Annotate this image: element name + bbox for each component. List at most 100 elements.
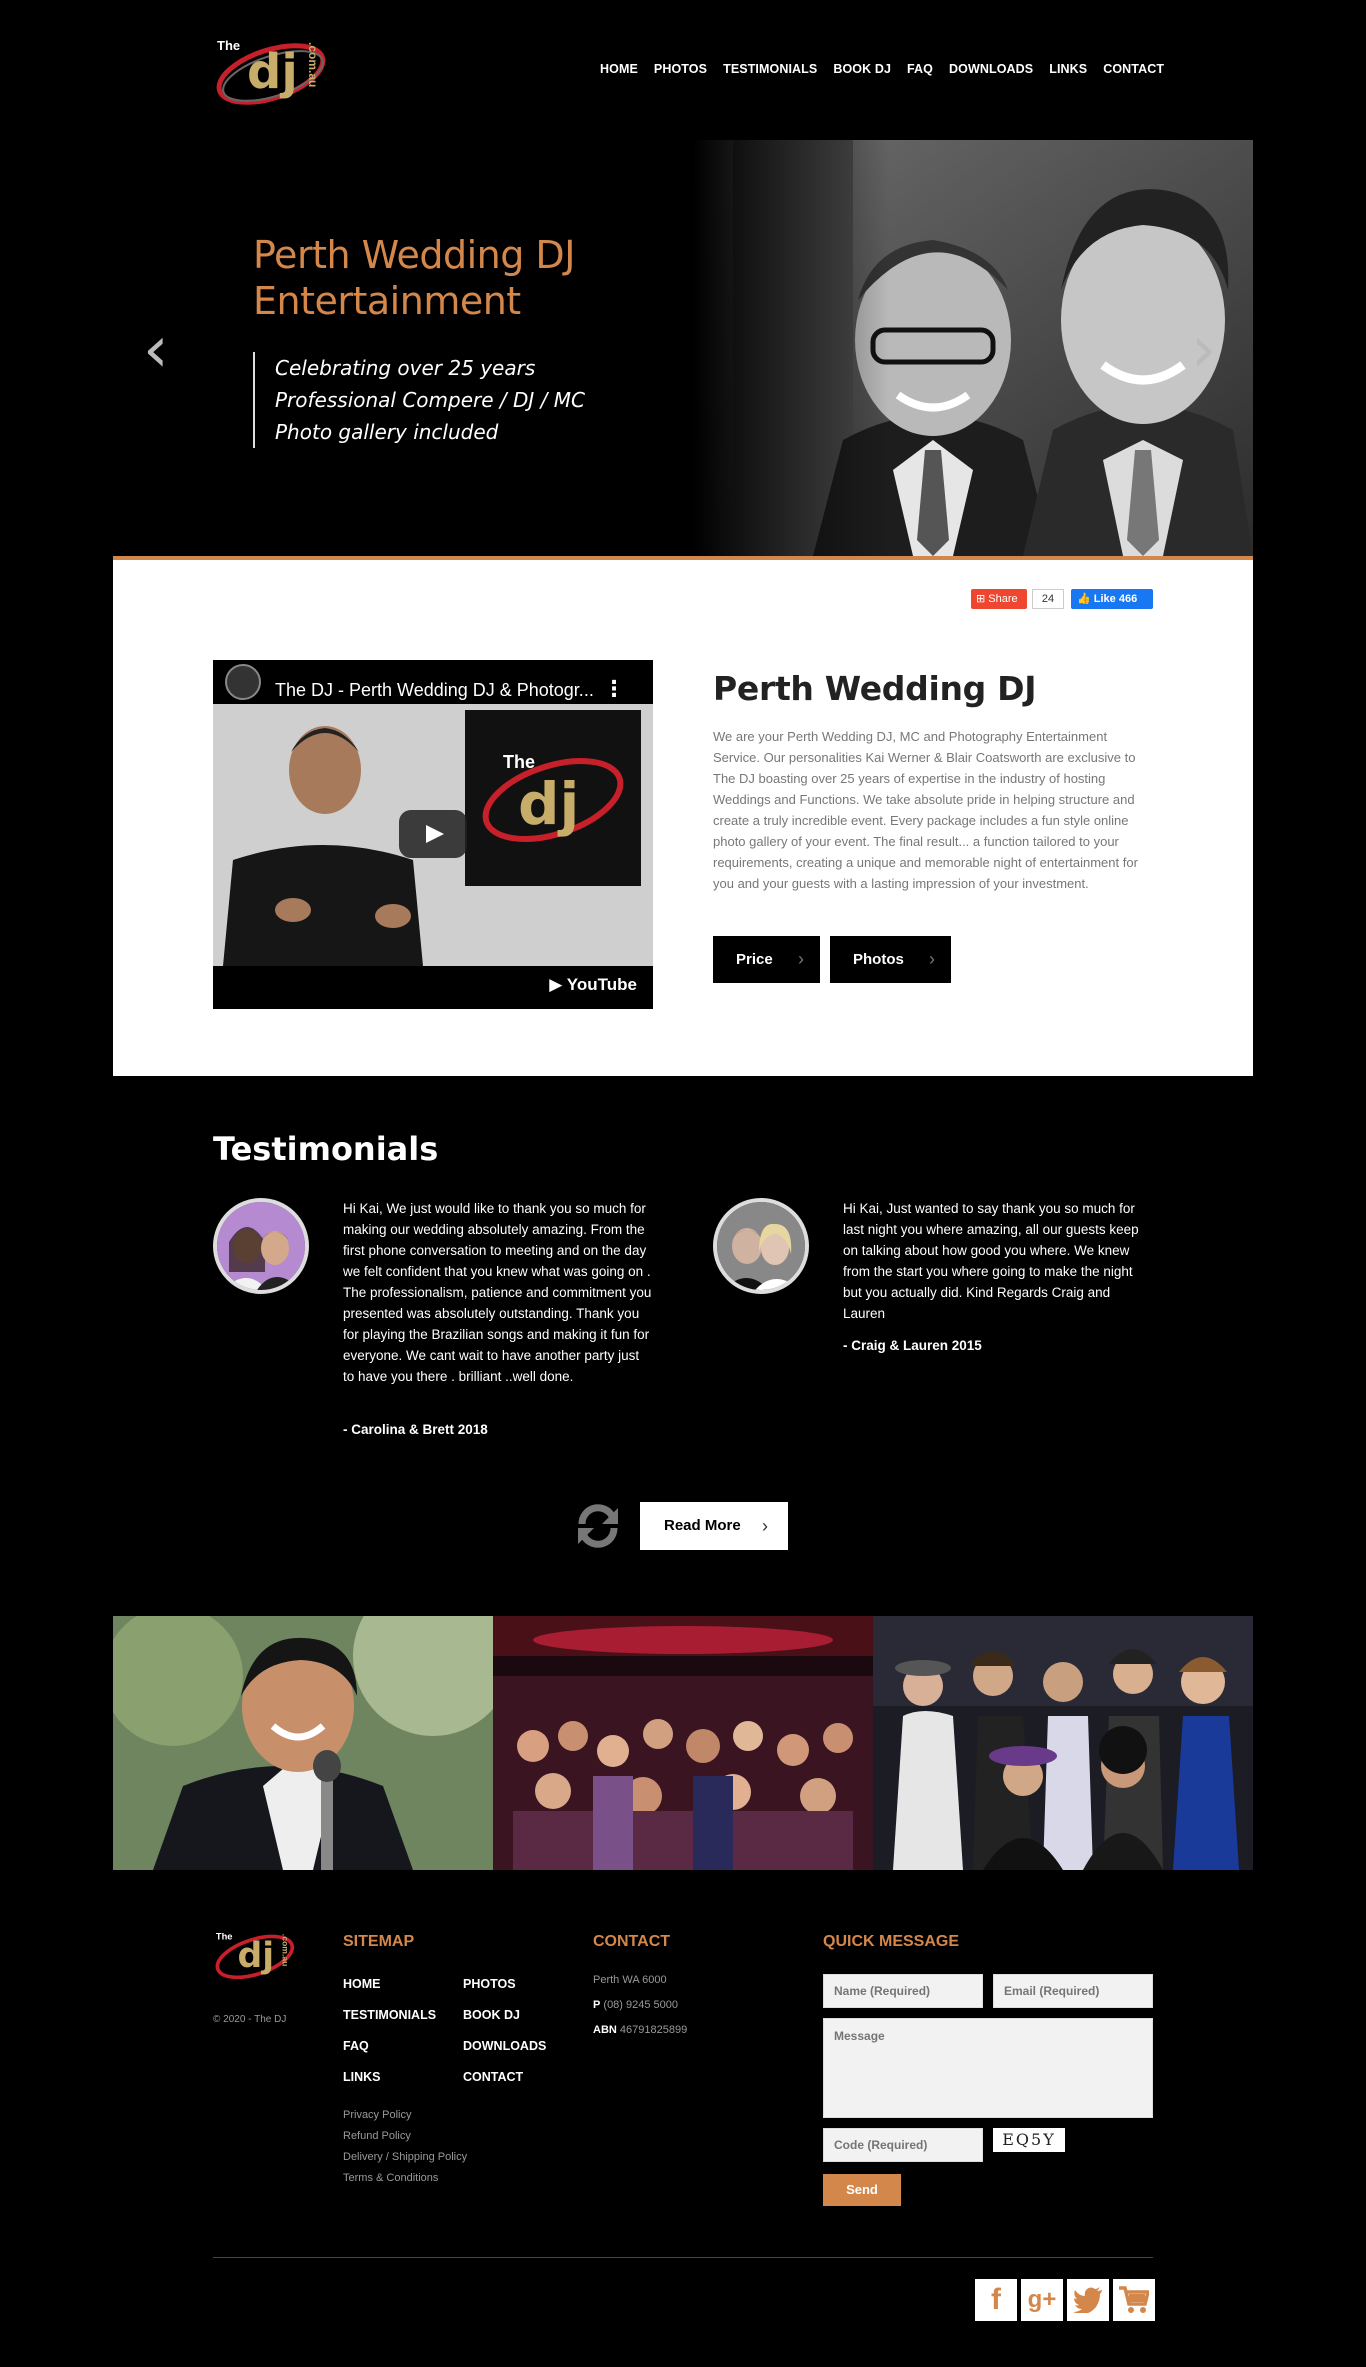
slider-next-icon[interactable]: › [1191,318,1231,382]
chevron-right-icon: › [762,1516,768,1536]
svg-text:.com.au: .com.au [306,42,320,87]
main-nav: HOME PHOTOS TESTIMONIALS BOOK DJ FAQ DOW… [600,62,1180,76]
share-label: Share [988,593,1018,605]
nav-book-dj[interactable]: BOOK DJ [833,62,891,76]
footer-link-home[interactable]: HOME [343,1977,381,1991]
google-plus-icon[interactable]: g+ [1021,2279,1063,2321]
testimonial-author: - Carolina & Brett 2018 [343,1422,488,1437]
youtube-video[interactable]: The dj The DJ - Perth Wedding DJ & Photo… [213,660,653,1009]
svg-text:The: The [503,752,535,772]
send-button[interactable]: Send [823,2174,901,2206]
avatar-photo [217,1202,305,1290]
svg-text:.com.au: .com.au [280,1934,290,1967]
nav-home[interactable]: HOME [600,62,638,76]
photos-label: Photos [853,951,904,968]
name-field[interactable] [823,1974,983,2008]
hero-tagline: Photo gallery included [275,420,499,444]
phone-label: P [593,1999,601,2011]
like-label: Like 466 [1093,593,1138,605]
testimonial-text: Hi Kai, Just wanted to say thank you so … [843,1201,1139,1321]
footer-link-links[interactable]: LINKS [343,2070,381,2084]
footer-logo[interactable]: The dj .com.au [213,1924,301,1984]
refund-policy-link[interactable]: Refund Policy [343,2130,411,2142]
facebook-like-button[interactable]: 👍 Like 466 [1071,589,1153,609]
video-title: The DJ - Perth Wedding DJ & Photogr... [275,680,594,700]
slider-prev-icon[interactable]: ‹ [143,318,183,382]
hero-title: Perth Wedding DJ Entertainment [253,233,575,323]
message-field[interactable] [823,2018,1153,2118]
captcha-image: EQ5Y [993,2128,1065,2152]
hero-photo [693,140,1253,556]
svg-text:dj: dj [247,44,298,100]
photo-gallery [113,1616,1253,1870]
copyright: © 2020 - The DJ [213,2014,287,2025]
intro-section: ⊞ Share 24 👍 Like 466 The dj The DJ - Pe… [113,560,1253,1076]
price-button[interactable]: Price › [713,936,820,983]
twitter-bird-shape [1073,2287,1102,2315]
plus-icon: ⊞ [976,593,989,605]
footer-link-testimonials[interactable]: TESTIMONIALS [343,2008,436,2022]
nav-testimonials[interactable]: TESTIMONIALS [723,62,817,76]
chevron-right-icon: › [929,949,935,969]
share-button[interactable]: ⊞ Share [971,589,1027,609]
sitemap-heading: SITEMAP [343,1933,415,1950]
footer-link-photos[interactable]: PHOTOS [463,1977,516,1991]
nav-photos[interactable]: PHOTOS [654,62,707,76]
footer-link-book-dj[interactable]: BOOK DJ [463,2008,520,2022]
contact-address: Perth WA 6000 [593,1974,667,1986]
avatar-photo [717,1202,805,1290]
phone-number: (08) 9245 5000 [603,1999,679,2011]
thumbs-up-icon: 👍 [1077,593,1094,605]
avatar [713,1198,809,1294]
refresh-icon[interactable] [574,1504,622,1548]
cart-shape [1119,2286,1151,2313]
site-header: The dj .com.au HOME PHOTOS TESTIMONIALS … [0,0,1366,140]
abn-number: 46791825899 [619,2024,688,2036]
testimonial-text: Hi Kai, We just would like to thank you … [343,1201,652,1384]
price-label: Price [736,951,773,968]
testimonials-heading: Testimonials [213,1130,439,1168]
site-logo[interactable]: The dj .com.au [213,30,335,110]
nav-contact[interactable]: CONTACT [1103,62,1164,76]
hero-tagline: Celebrating over 25 years [275,356,536,380]
photos-button[interactable]: Photos › [830,936,951,983]
abn-label: ABN [593,2024,617,2036]
read-more-label: Read More [664,1517,741,1534]
facebook-icon[interactable]: f [975,2279,1017,2321]
svg-text:dj: dj [238,1936,275,1976]
cart-icon[interactable] [1113,2279,1155,2321]
footer-divider [213,2257,1153,2258]
svg-text:dj: dj [518,770,579,838]
nav-links[interactable]: LINKS [1049,62,1087,76]
youtube-label: YouTube [566,975,637,994]
nav-downloads[interactable]: DOWNLOADS [949,62,1033,76]
quick-message-heading: QUICK MESSAGE [823,1933,960,1950]
contact-abn: ABN 46791825899 [593,2024,687,2036]
footer-link-faq[interactable]: FAQ [343,2039,369,2053]
gallery-photo-costume-party[interactable] [873,1616,1253,1870]
email-field[interactable] [993,1974,1153,2008]
captcha-code-field[interactable] [823,2128,983,2162]
gallery-photo-mc[interactable] [113,1616,493,1870]
footer-link-downloads[interactable]: DOWNLOADS [463,2039,546,2053]
terms-link[interactable]: Terms & Conditions [343,2172,438,2184]
gallery-photo-dancefloor[interactable] [493,1616,873,1870]
svg-text:The: The [216,1932,233,1942]
play-icon[interactable] [399,810,467,858]
youtube-logo-icon[interactable]: ▶ YouTube [549,975,637,995]
nav-faq[interactable]: FAQ [907,62,933,76]
testimonial-author: - Craig & Lauren 2015 [843,1338,982,1353]
intro-body: We are your Perth Wedding DJ, MC and Pho… [713,729,1138,891]
privacy-policy-link[interactable]: Privacy Policy [343,2109,411,2121]
hero-slider: Perth Wedding DJ Entertainment Celebrati… [113,140,1253,556]
more-options-icon[interactable]: ⋮ [603,676,625,702]
chevron-right-icon: › [798,949,804,969]
shipping-policy-link[interactable]: Delivery / Shipping Policy [343,2151,467,2163]
footer-link-contact[interactable]: CONTACT [463,2070,523,2084]
share-count: 24 [1032,589,1064,609]
read-more-button[interactable]: Read More › [640,1502,788,1550]
contact-phone: P (08) 9245 5000 [593,1999,678,2011]
hero-tagline: Professional Compere / DJ / MC [275,388,585,412]
twitter-icon[interactable] [1067,2279,1109,2321]
intro-heading: Perth Wedding DJ [713,669,1037,708]
